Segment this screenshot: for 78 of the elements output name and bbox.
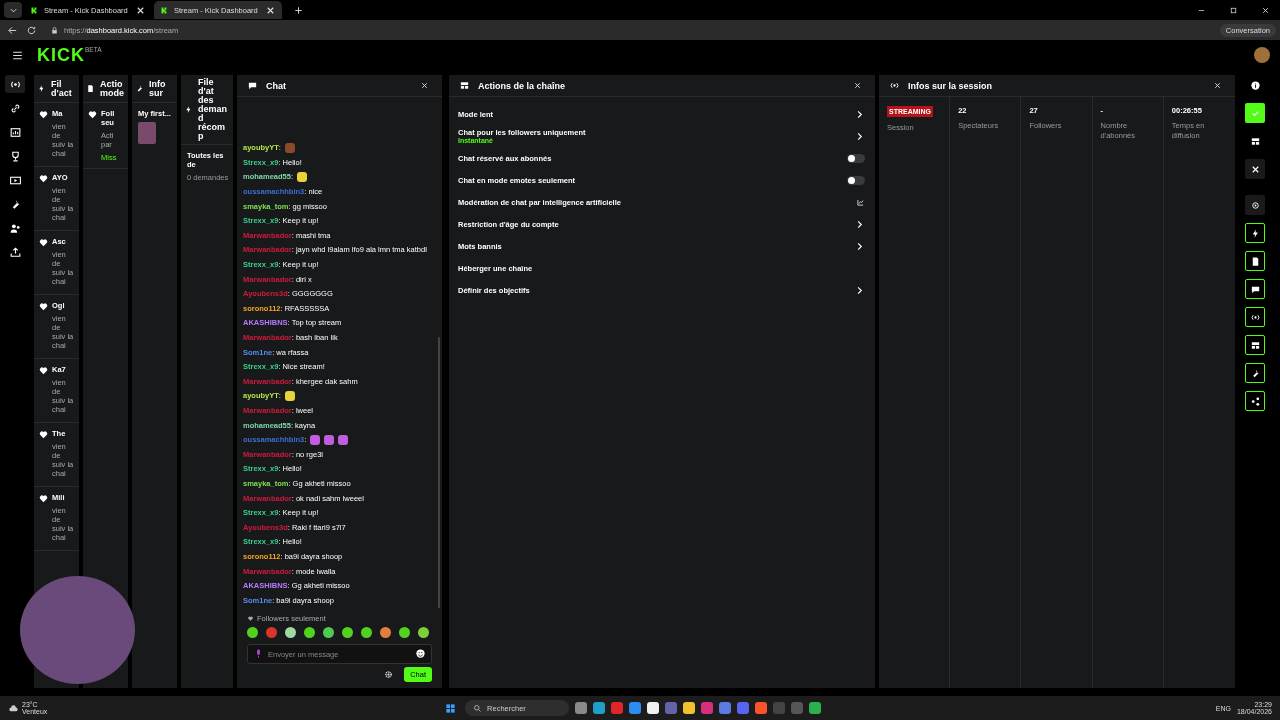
heart-icon xyxy=(38,301,49,312)
app-icon[interactable] xyxy=(683,702,696,714)
back-arrow-icon xyxy=(7,24,18,36)
kick-logo[interactable]: KICK xyxy=(37,46,85,64)
toggle-switch[interactable] xyxy=(847,175,865,185)
sidebar-button[interactable] xyxy=(5,75,25,93)
panel-title: Actio mode xyxy=(100,79,125,98)
emote-button[interactable] xyxy=(342,627,353,638)
panel-title: File d'at des demand récomp xyxy=(198,78,228,141)
chart-icon xyxy=(8,125,22,139)
emoji-icon xyxy=(415,648,426,659)
lightning-icon xyxy=(184,105,193,114)
layout-icon xyxy=(1249,135,1261,147)
emote-button[interactable] xyxy=(323,627,334,638)
avatar[interactable] xyxy=(1254,47,1270,63)
close-icon xyxy=(420,81,429,90)
layout-icon xyxy=(1249,339,1261,351)
lock-icon xyxy=(50,25,59,35)
panel-title: Actions de la chaîne xyxy=(478,80,566,91)
chart-icon xyxy=(856,197,865,207)
emote-button[interactable] xyxy=(361,627,372,638)
close-icon xyxy=(853,81,862,90)
emote-button[interactable] xyxy=(304,627,315,638)
app-icon[interactable] xyxy=(809,702,822,714)
emote-button[interactable] xyxy=(380,627,391,638)
share-icon xyxy=(1249,395,1261,407)
kick-logo-icon xyxy=(30,5,39,15)
kick-logo-icon xyxy=(160,5,169,15)
app-icon[interactable] xyxy=(647,702,660,714)
panel-title: Infos sur la session xyxy=(908,80,993,91)
heart-icon xyxy=(38,173,49,184)
search-icon xyxy=(473,703,483,713)
chat-bubble-icon xyxy=(247,80,258,91)
upload-icon xyxy=(8,245,22,259)
lightning-icon xyxy=(37,84,46,93)
heart-icon xyxy=(87,109,98,120)
toggle-switch[interactable] xyxy=(847,153,865,163)
scrollbar-thumb[interactable] xyxy=(438,337,440,608)
toolbar-button[interactable] xyxy=(1245,335,1265,355)
target-icon xyxy=(1249,199,1261,211)
heart-icon xyxy=(38,429,49,440)
tab-list-button[interactable] xyxy=(4,2,22,18)
windows-logo-icon xyxy=(445,702,457,714)
panel-title: Fil d'act xyxy=(51,79,73,98)
emote-button[interactable] xyxy=(418,627,429,638)
toolbar-button[interactable] xyxy=(1245,279,1265,299)
thumbnail-placeholder xyxy=(138,122,156,144)
panel-title: Chat xyxy=(266,80,286,91)
toolbar-button[interactable] xyxy=(1245,391,1265,411)
toolbar-button[interactable] xyxy=(1245,223,1265,243)
app-icon[interactable] xyxy=(593,702,606,714)
heart-icon xyxy=(38,493,49,504)
broadcast-icon xyxy=(889,80,900,91)
toolbar-button[interactable] xyxy=(1245,195,1265,215)
toolbar-button[interactable] xyxy=(1245,307,1265,327)
info-icon xyxy=(1249,79,1261,91)
weather-icon xyxy=(8,702,19,714)
heart-icon xyxy=(247,615,254,622)
emote-button[interactable] xyxy=(247,627,258,638)
toolbar-button[interactable] xyxy=(1245,251,1265,271)
layout-icon xyxy=(459,80,470,91)
settings-icon xyxy=(384,670,394,679)
heart-icon xyxy=(38,365,49,376)
document-icon xyxy=(86,84,95,93)
link-icon xyxy=(8,101,22,115)
reload-icon xyxy=(26,24,37,36)
close-icon xyxy=(1213,81,1222,90)
emote-button[interactable] xyxy=(285,627,296,638)
panel-title: Info sur xyxy=(149,79,167,98)
close-icon xyxy=(1260,5,1270,15)
toolbar-button[interactable] xyxy=(1245,159,1265,179)
plus-icon xyxy=(293,4,304,16)
maximize-icon xyxy=(1228,5,1238,15)
heart-icon xyxy=(38,109,49,120)
toolbar-button[interactable] xyxy=(1245,363,1265,383)
heart-icon xyxy=(38,237,49,248)
emote-button[interactable] xyxy=(399,627,410,638)
wrench-icon xyxy=(135,84,144,93)
